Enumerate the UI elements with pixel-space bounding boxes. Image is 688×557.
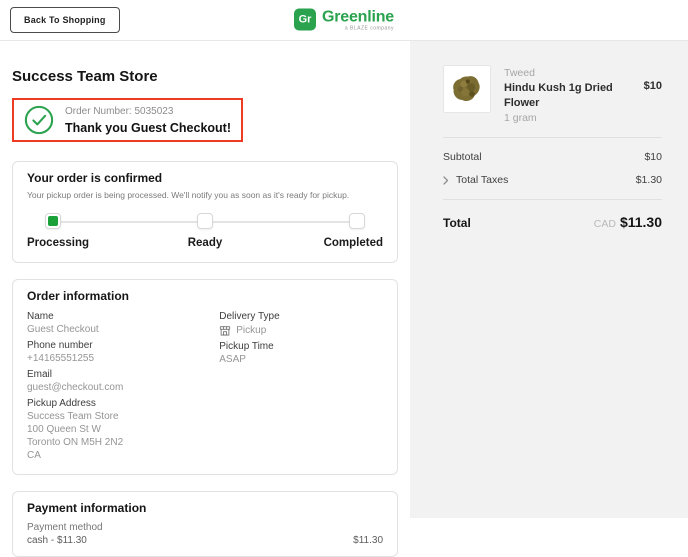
summary-divider xyxy=(443,137,662,138)
order-status-title: Your order is confirmed xyxy=(27,171,383,185)
step-label-completed: Completed xyxy=(324,237,383,249)
address-line: Success Team Store xyxy=(27,410,219,423)
total-taxes-row[interactable]: Total Taxes $1.30 xyxy=(443,174,662,186)
step-processing-checkpoint xyxy=(45,213,61,229)
currency-code: CAD xyxy=(594,218,616,230)
step-label-ready: Ready xyxy=(188,237,223,249)
payment-method-value: cash - $11.30 xyxy=(27,534,87,548)
step-label-processing: Processing xyxy=(27,237,89,249)
step-ready-checkpoint xyxy=(197,213,213,229)
product-brand: Tweed xyxy=(504,66,631,81)
total-taxes-value: $1.30 xyxy=(636,174,662,186)
total-taxes-label: Total Taxes xyxy=(456,174,508,186)
name-value: Guest Checkout xyxy=(27,323,219,336)
payment-information-title: Payment information xyxy=(27,501,383,515)
email-value: guest@checkout.com xyxy=(27,381,219,394)
back-to-shopping-button[interactable]: Back To Shopping xyxy=(10,7,120,33)
logo-brand-text: Greenline xyxy=(322,9,394,26)
product-image xyxy=(443,65,491,113)
field-name: Name Guest Checkout xyxy=(27,310,219,336)
cannabis-bud-image xyxy=(447,69,487,109)
step-completed-checkpoint xyxy=(349,213,365,229)
total-row: Total CAD $11.30 xyxy=(443,214,662,232)
product-name: Hindu Kush 1g Dried Flower xyxy=(504,81,631,111)
greenline-logo-badge-icon: Gr xyxy=(294,9,316,31)
name-label: Name xyxy=(27,310,219,323)
address-line: Toronto ON M5H 2N2 xyxy=(27,436,219,449)
logo-tagline: a BLAZE company xyxy=(345,26,394,32)
field-pickup-time: Pickup Time ASAP xyxy=(219,340,383,366)
field-email: Email guest@checkout.com xyxy=(27,368,219,394)
delivery-type-value: Pickup xyxy=(236,324,266,337)
thank-you-message: Thank you Guest Checkout! xyxy=(65,121,231,135)
email-label: Email xyxy=(27,368,219,381)
subtotal-label: Subtotal xyxy=(443,151,482,163)
payment-method-label: Payment method xyxy=(27,521,383,534)
order-information-title: Order information xyxy=(27,289,383,303)
order-progress-tracker: Processing Ready Completed xyxy=(27,213,383,253)
subtotal-value: $10 xyxy=(644,151,662,163)
subtotal-row: Subtotal $10 xyxy=(443,151,662,163)
address-line: 100 Queen St W xyxy=(27,423,219,436)
phone-value: +14165551255 xyxy=(27,352,219,365)
chevron-right-icon[interactable] xyxy=(443,176,449,185)
store-title: Success Team Store xyxy=(12,68,398,85)
storefront-icon xyxy=(219,325,231,337)
field-phone: Phone number +14165551255 xyxy=(27,339,219,365)
phone-label: Phone number xyxy=(27,339,219,352)
order-status-subtitle: Your pickup order is being processed. We… xyxy=(27,190,383,201)
pickup-address-label: Pickup Address xyxy=(27,397,219,410)
check-circle-icon xyxy=(24,105,54,135)
address-line: CA xyxy=(27,449,219,462)
pickup-time-value: ASAP xyxy=(219,353,383,366)
order-confirmation-banner: Order Number: 5035023 Thank you Guest Ch… xyxy=(12,98,243,142)
product-quantity: 1 gram xyxy=(504,111,631,126)
product-price: $10 xyxy=(644,80,662,92)
order-number: Order Number: 5035023 xyxy=(65,106,231,118)
order-status-card: Your order is confirmed Your pickup orde… xyxy=(12,161,398,263)
step-active-fill xyxy=(48,216,58,226)
pickup-time-label: Pickup Time xyxy=(219,340,383,353)
delivery-type-label: Delivery Type xyxy=(219,310,383,323)
greenline-logo[interactable]: Gr Greenline a BLAZE company xyxy=(294,9,394,32)
payment-information-card: Payment information Payment method cash … xyxy=(12,491,398,557)
order-confirmation-content: Success Team Store Order Number: 5035023… xyxy=(0,41,410,518)
summary-divider xyxy=(443,199,662,200)
total-label: Total xyxy=(443,216,471,230)
payment-amount: $11.30 xyxy=(353,534,383,548)
total-value: $11.30 xyxy=(620,214,662,230)
field-delivery-type: Delivery Type Pickup xyxy=(219,310,383,337)
order-information-card: Order information Name Guest Checkout Ph… xyxy=(12,279,398,475)
field-pickup-address: Pickup Address Success Team Store 100 Qu… xyxy=(27,397,219,462)
order-summary-sidebar: Tweed Hindu Kush 1g Dried Flower 1 gram … xyxy=(410,41,688,518)
cart-item: Tweed Hindu Kush 1g Dried Flower 1 gram … xyxy=(443,65,662,126)
top-header: Back To Shopping Gr Greenline a BLAZE co… xyxy=(0,0,688,41)
